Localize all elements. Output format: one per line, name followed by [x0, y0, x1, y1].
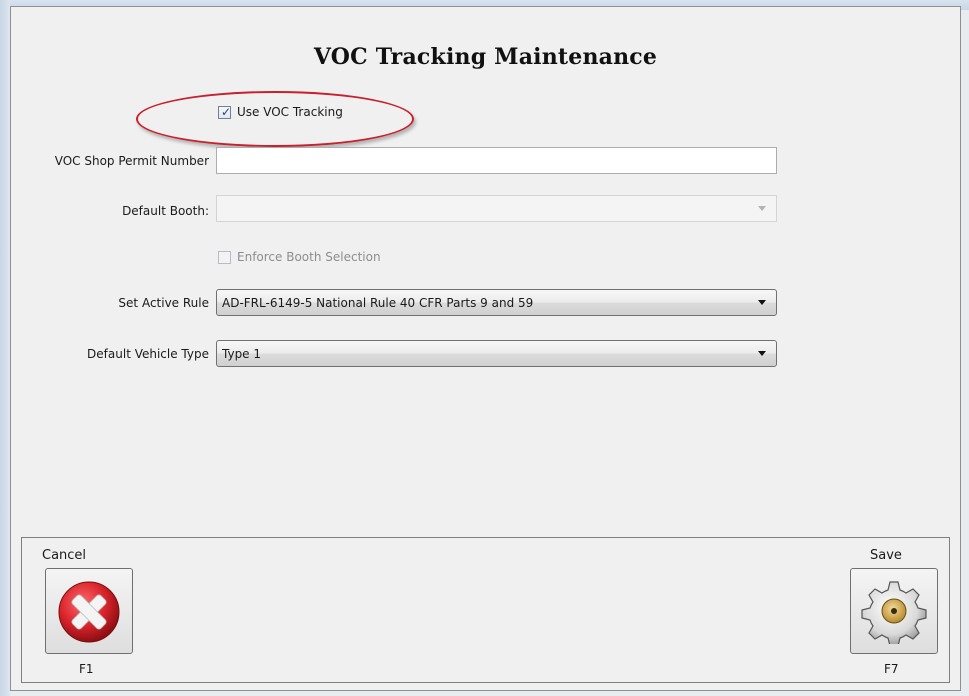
vehicle-type-value: Type 1 [222, 346, 262, 361]
chevron-down-icon [758, 206, 766, 211]
enforce-booth-checkbox-row[interactable]: Enforce Booth Selection [218, 250, 381, 264]
save-button-label: Save [870, 548, 902, 563]
use-voc-tracking-checkbox[interactable]: ✓ [218, 104, 232, 119]
vehicle-type-label: Default Vehicle Type [87, 347, 209, 361]
vehicle-type-select[interactable]: Type 1 [216, 340, 777, 367]
enforce-booth-label: Enforce Booth Selection [237, 250, 381, 264]
cancel-button[interactable] [45, 568, 133, 654]
chevron-down-icon [758, 351, 766, 356]
cancel-button-label: Cancel [42, 548, 87, 563]
chevron-down-icon [758, 300, 766, 305]
cancel-shortcut-key: F1 [79, 662, 94, 676]
enforce-booth-checkbox[interactable] [218, 250, 231, 264]
button-bar: Cancel F1 Save F7 [21, 537, 950, 683]
checkmark-icon: ✓ [221, 104, 232, 119]
page-title: VOC Tracking Maintenance [313, 44, 658, 70]
use-voc-tracking-checkbox-row[interactable]: ✓ Use VOC Tracking [218, 105, 343, 119]
save-button[interactable] [850, 568, 938, 654]
left-window-frame [0, 0, 10, 696]
annotation-ellipse [136, 91, 414, 147]
active-rule-label: Set Active Rule [118, 296, 209, 310]
active-rule-select[interactable]: AD-FRL-6149-5 National Rule 40 CFR Parts… [216, 289, 777, 316]
permit-number-field[interactable] [216, 147, 777, 174]
active-rule-value: AD-FRL-6149-5 National Rule 40 CFR Parts… [222, 295, 534, 310]
gear-icon [861, 581, 927, 644]
default-booth-label: Default Booth: [122, 204, 209, 218]
use-voc-tracking-label: Use VOC Tracking [237, 105, 343, 119]
cancel-x-icon [58, 581, 120, 643]
save-shortcut-key: F7 [884, 662, 899, 676]
voc-tracking-window: VOC Tracking Maintenance ✓ Use VOC Track… [10, 6, 961, 691]
default-booth-select[interactable] [216, 195, 777, 222]
permit-number-label: VOC Shop Permit Number [54, 154, 209, 168]
